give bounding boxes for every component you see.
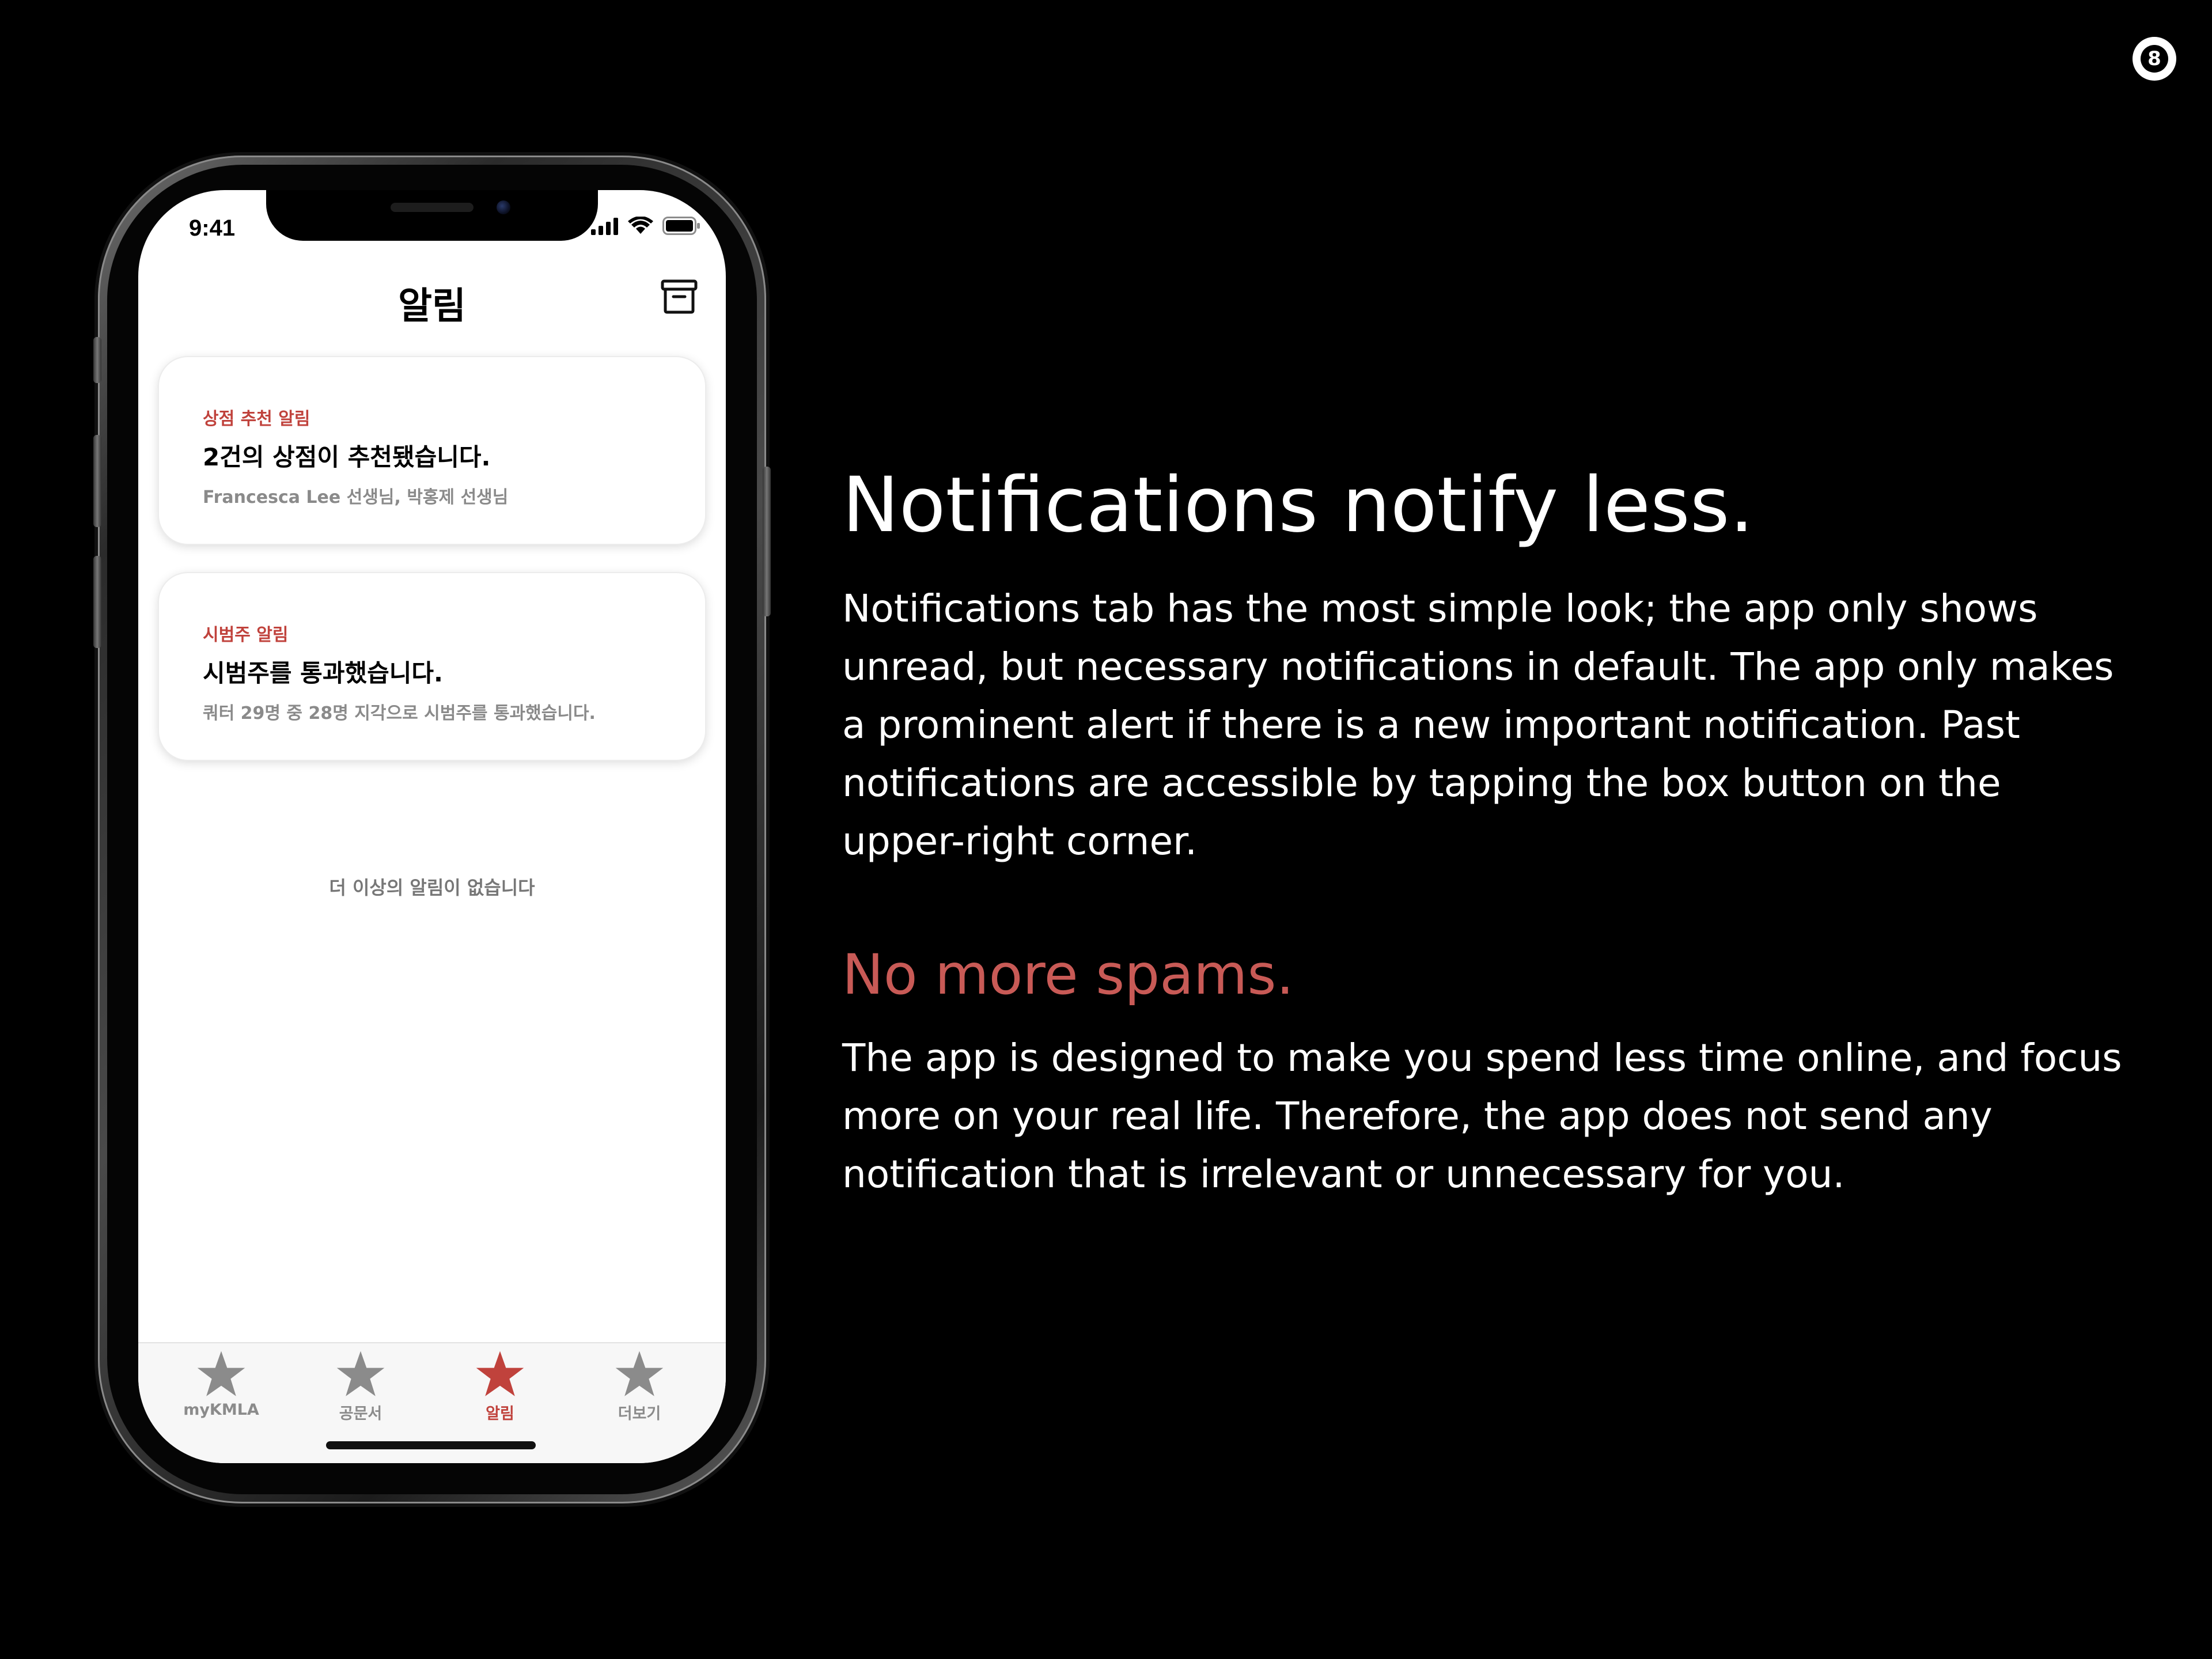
page-number: 8	[2141, 45, 2168, 73]
notification-detail: 쿼터 29명 중 28명 지각으로 시범주를 통과했습니다.	[203, 703, 596, 724]
notification-headline: 시범주를 통과했습니다.	[203, 659, 443, 687]
speaker-grille	[391, 203, 474, 212]
tab-label: 알림	[486, 1405, 514, 1423]
wifi-icon	[628, 217, 653, 234]
tab-mykmla[interactable]: myKMLA	[152, 1349, 290, 1430]
volume-down-button	[93, 556, 101, 648]
star-icon	[476, 1351, 524, 1396]
star-icon	[197, 1351, 245, 1396]
star-icon	[336, 1351, 385, 1396]
front-camera	[497, 200, 510, 214]
slide-heading: Notifications notify less.	[842, 461, 1754, 550]
slide-paragraph-2: The app is designed to make you spend le…	[842, 1036, 2122, 1196]
notification-card[interactable]: 시범주 알림 시범주를 통과했습니다. 쿼터 29명 중 28명 지각으로 시범…	[159, 573, 705, 760]
mute-switch	[93, 337, 101, 383]
archive-box-icon	[661, 279, 698, 314]
tab-label: myKMLA	[183, 1401, 259, 1419]
battery-icon	[662, 217, 700, 235]
page-number-badge: 8	[2133, 37, 2176, 81]
power-button	[763, 467, 771, 616]
star-icon	[615, 1351, 664, 1396]
home-indicator[interactable]	[326, 1441, 536, 1449]
cellular-signal-icon	[591, 218, 618, 235]
notification-category: 시범주 알림	[203, 625, 289, 645]
archive-button[interactable]	[660, 278, 698, 316]
slide-paragraph-1: Notifications tab has the most simple lo…	[842, 586, 2114, 863]
status-time: 9:41	[189, 215, 236, 241]
page-title: 알림	[398, 285, 466, 328]
tab-more[interactable]: 더보기	[570, 1349, 709, 1430]
tab-documents[interactable]: 공문서	[291, 1349, 430, 1430]
notification-detail: Francesca Lee 선생님, 박홍제 선생님	[203, 487, 509, 507]
phone-screen: 9:41 알림 상점 추천 알림 2건의 상점이 추천됐습니다. Frances…	[138, 190, 726, 1463]
notification-headline: 2건의 상점이 추천됐습니다.	[203, 443, 491, 471]
tab-label: 공문서	[339, 1405, 382, 1423]
notch	[266, 190, 598, 241]
notification-category: 상점 추천 알림	[203, 409, 310, 429]
empty-state-text: 더 이상의 알림이 없습니다	[329, 877, 535, 899]
slide-sub-heading: No more spams.	[842, 942, 1294, 1007]
volume-up-button	[93, 435, 101, 527]
status-icons	[591, 217, 700, 235]
tab-notifications[interactable]: 알림	[431, 1349, 569, 1430]
notification-card[interactable]: 상점 추천 알림 2건의 상점이 추천됐습니다. Francesca Lee 선…	[159, 357, 705, 544]
tab-label: 더보기	[618, 1405, 661, 1423]
